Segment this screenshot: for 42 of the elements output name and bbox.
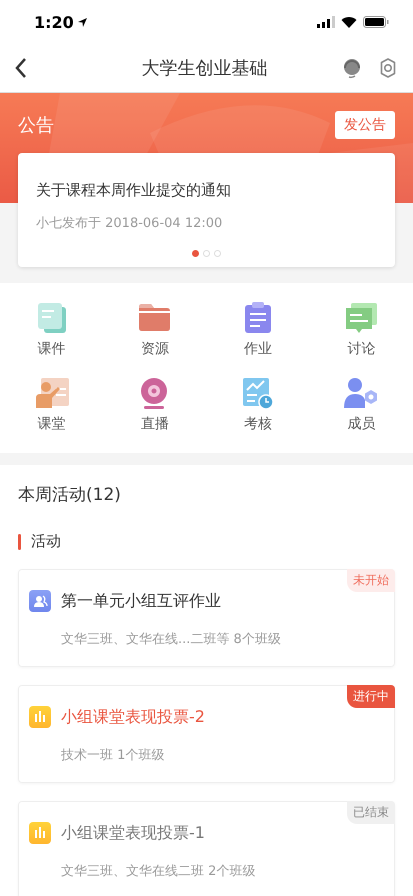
bar-chart-icon [29,822,51,844]
menu-item[interactable]: 课堂 [0,376,104,433]
menu-item[interactable]: 直播 [103,376,206,433]
bar-chart-icon [29,706,51,728]
teacher-board-icon [34,376,70,410]
status-tag: 已结束 [347,801,395,824]
activity-classes: 技术一班 1个班级 [61,747,166,764]
headset-icon[interactable] [341,57,363,79]
activity-card[interactable]: 小组课堂表现投票-2 技术一班 1个班级 进行中 [18,685,395,783]
menu-item[interactable]: 资源 [103,301,206,358]
location-arrow-icon [76,16,88,28]
announcement-title: 关于课程本周作业提交的通知 [36,181,232,200]
chat-bubble-icon [343,301,380,335]
post-announcement-button[interactable]: 发公告 [335,111,395,139]
activity-classes: 文华三班、文华在线...二班等 8个班级 [61,631,282,648]
menu-item[interactable]: 课件 [0,301,104,358]
page-dot[interactable] [192,250,199,257]
activity-card[interactable]: 小组课堂表现投票-1 文华三班、文华在线二班 2个班级 已结束 [18,801,395,896]
status-time: 1:20 [34,12,74,32]
back-icon[interactable] [14,57,28,79]
wifi-icon [341,16,357,28]
activity-title: 小组课堂表现投票-1 [61,822,205,844]
status-tag: 未开始 [347,569,395,592]
status-tag: 进行中 [347,685,395,708]
section-heading: 本周活动(12) [18,484,122,506]
activity-title: 小组课堂表现投票-2 [61,706,205,728]
menu-item[interactable]: 讨论 [310,301,413,358]
signal-icon [317,16,335,28]
activity-classes: 文华三班、文华在线二班 2个班级 [61,863,256,880]
page-title: 大学生创业基础 [140,57,268,80]
announcement-meta: 小七发布于 2018-06-04 12:00 [36,215,224,232]
activity-card[interactable]: 第一单元小组互评作业 文华三班、文华在线...二班等 8个班级 未开始 [18,569,395,667]
group-icon [29,590,51,612]
battery-icon [363,16,389,28]
menu-item[interactable]: 考核 [206,376,310,433]
menu-item[interactable]: 成员 [310,376,413,433]
person-gear-icon [343,376,380,410]
subsection-title: 活动 [31,532,61,551]
activity-title: 第一单元小组互评作业 [61,590,221,612]
menu-item[interactable]: 作业 [206,301,310,358]
accent-bar [18,534,21,550]
section-title: 公告 [18,114,54,137]
